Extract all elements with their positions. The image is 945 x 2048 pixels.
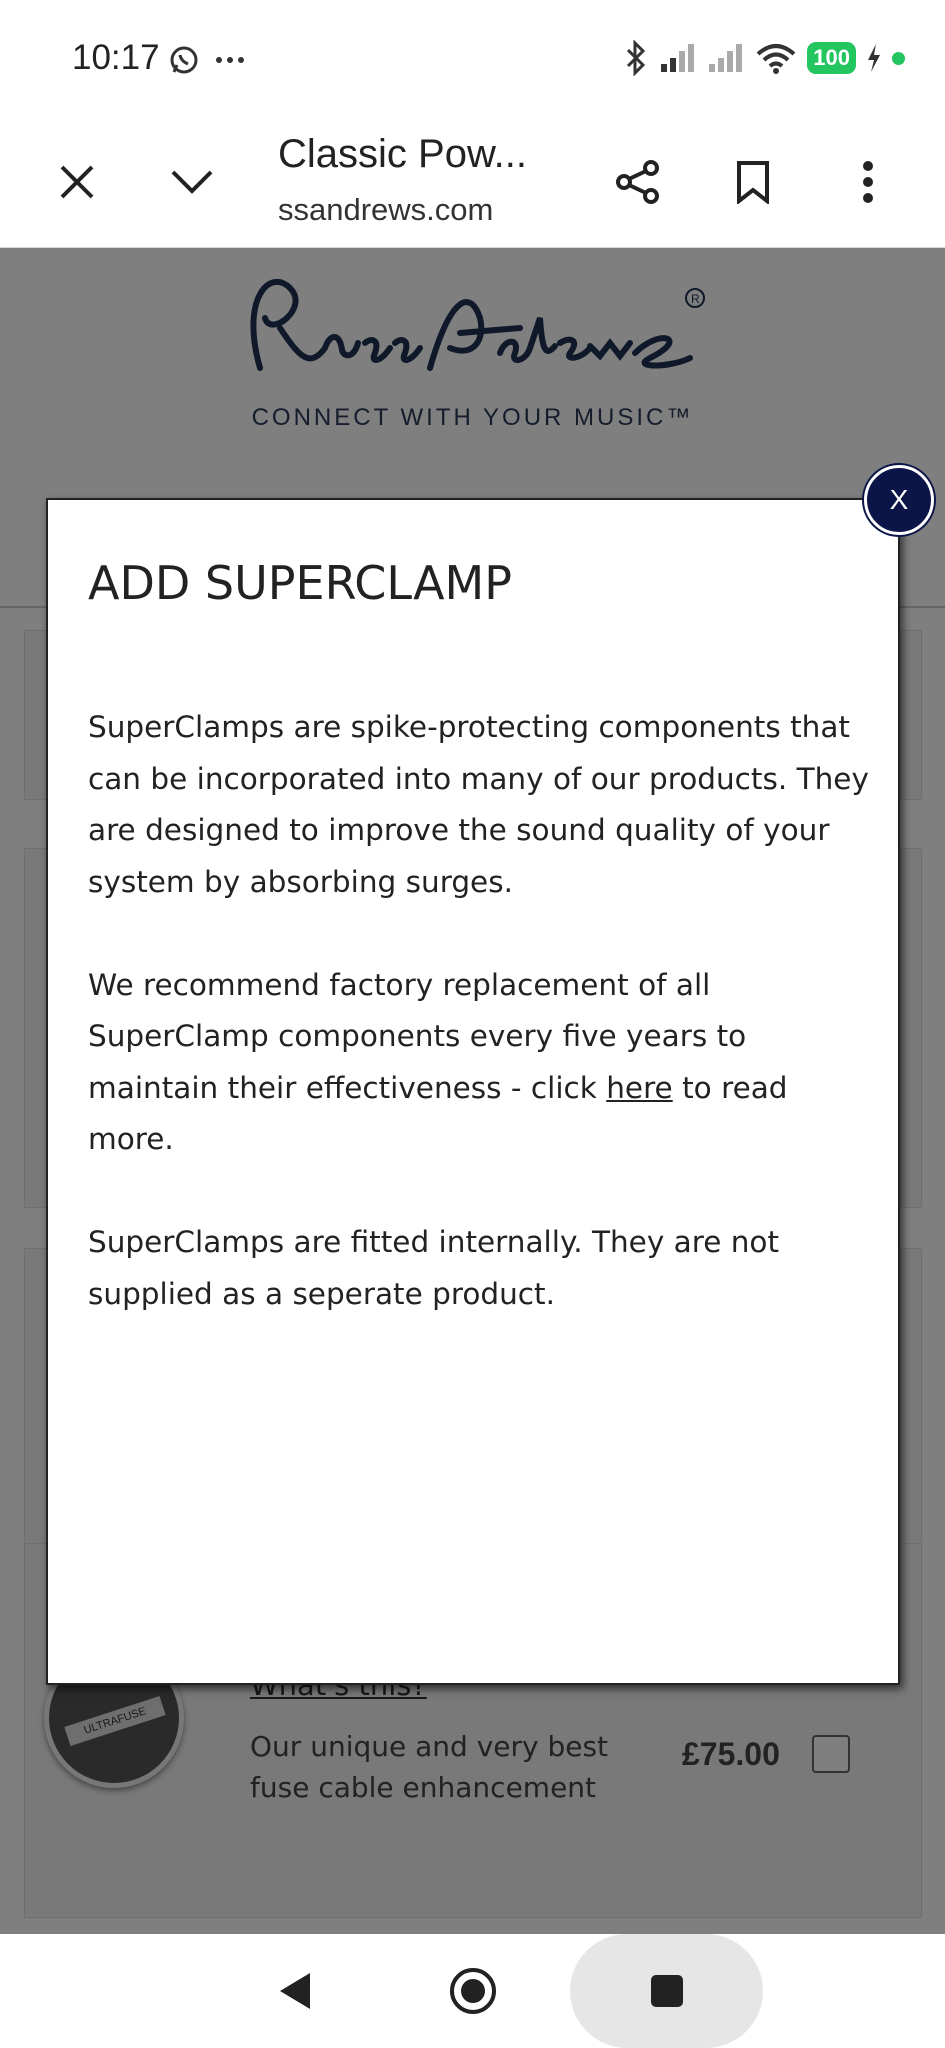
modal-title: ADD SUPERCLAMP <box>88 556 512 610</box>
wifi-icon <box>756 44 796 74</box>
superclamp-modal: ADD SUPERCLAMP SuperClamps are spike-pro… <box>46 498 900 1685</box>
menu-button[interactable] <box>832 146 904 218</box>
back-button[interactable] <box>250 1934 340 2048</box>
status-bar: 10:17 100 <box>0 0 945 118</box>
status-left-icons <box>168 44 246 76</box>
page-title: Classic Pow... <box>278 132 527 176</box>
share-button[interactable] <box>602 146 674 218</box>
close-tab-button[interactable] <box>41 146 113 218</box>
home-button[interactable] <box>428 1934 518 2048</box>
more-dots-icon <box>216 57 244 63</box>
recents-icon <box>650 1975 683 2007</box>
read-more-link[interactable]: here <box>606 1071 672 1105</box>
signal-icon <box>661 44 695 72</box>
modal-paragraph: SuperClamps are spike-protecting compone… <box>88 710 869 899</box>
status-time: 10:17 <box>72 38 160 77</box>
more-vert-icon <box>863 161 873 203</box>
back-icon <box>280 1973 310 2009</box>
minimize-button[interactable] <box>156 146 228 218</box>
chevron-down-icon <box>171 170 213 194</box>
battery-indicator: 100 <box>807 42 856 74</box>
recents-button[interactable] <box>620 1934 713 2048</box>
system-nav-bar <box>0 1934 945 2048</box>
modal-paragraph: We recommend factory replacement of all … <box>88 960 878 1166</box>
close-icon <box>60 165 94 199</box>
bluetooth-icon <box>627 40 646 76</box>
home-icon <box>450 1968 496 2014</box>
signal-icon <box>709 44 743 72</box>
bookmark-button[interactable] <box>717 146 789 218</box>
browser-toolbar: Classic Pow... ssandrews.com <box>0 118 945 248</box>
charging-icon <box>868 44 880 72</box>
page-url: ssandrews.com <box>278 192 494 227</box>
whatsapp-icon <box>170 46 198 74</box>
share-icon <box>616 160 659 204</box>
modal-paragraph: SuperClamps are fitted internally. They … <box>88 1225 780 1311</box>
bookmark-icon <box>737 161 769 204</box>
modal-close-button[interactable]: X <box>864 465 934 535</box>
privacy-dot-icon <box>892 51 905 65</box>
status-right-icons: 100 <box>623 40 905 76</box>
modal-body: SuperClamps are spike-protecting compone… <box>88 702 878 1372</box>
